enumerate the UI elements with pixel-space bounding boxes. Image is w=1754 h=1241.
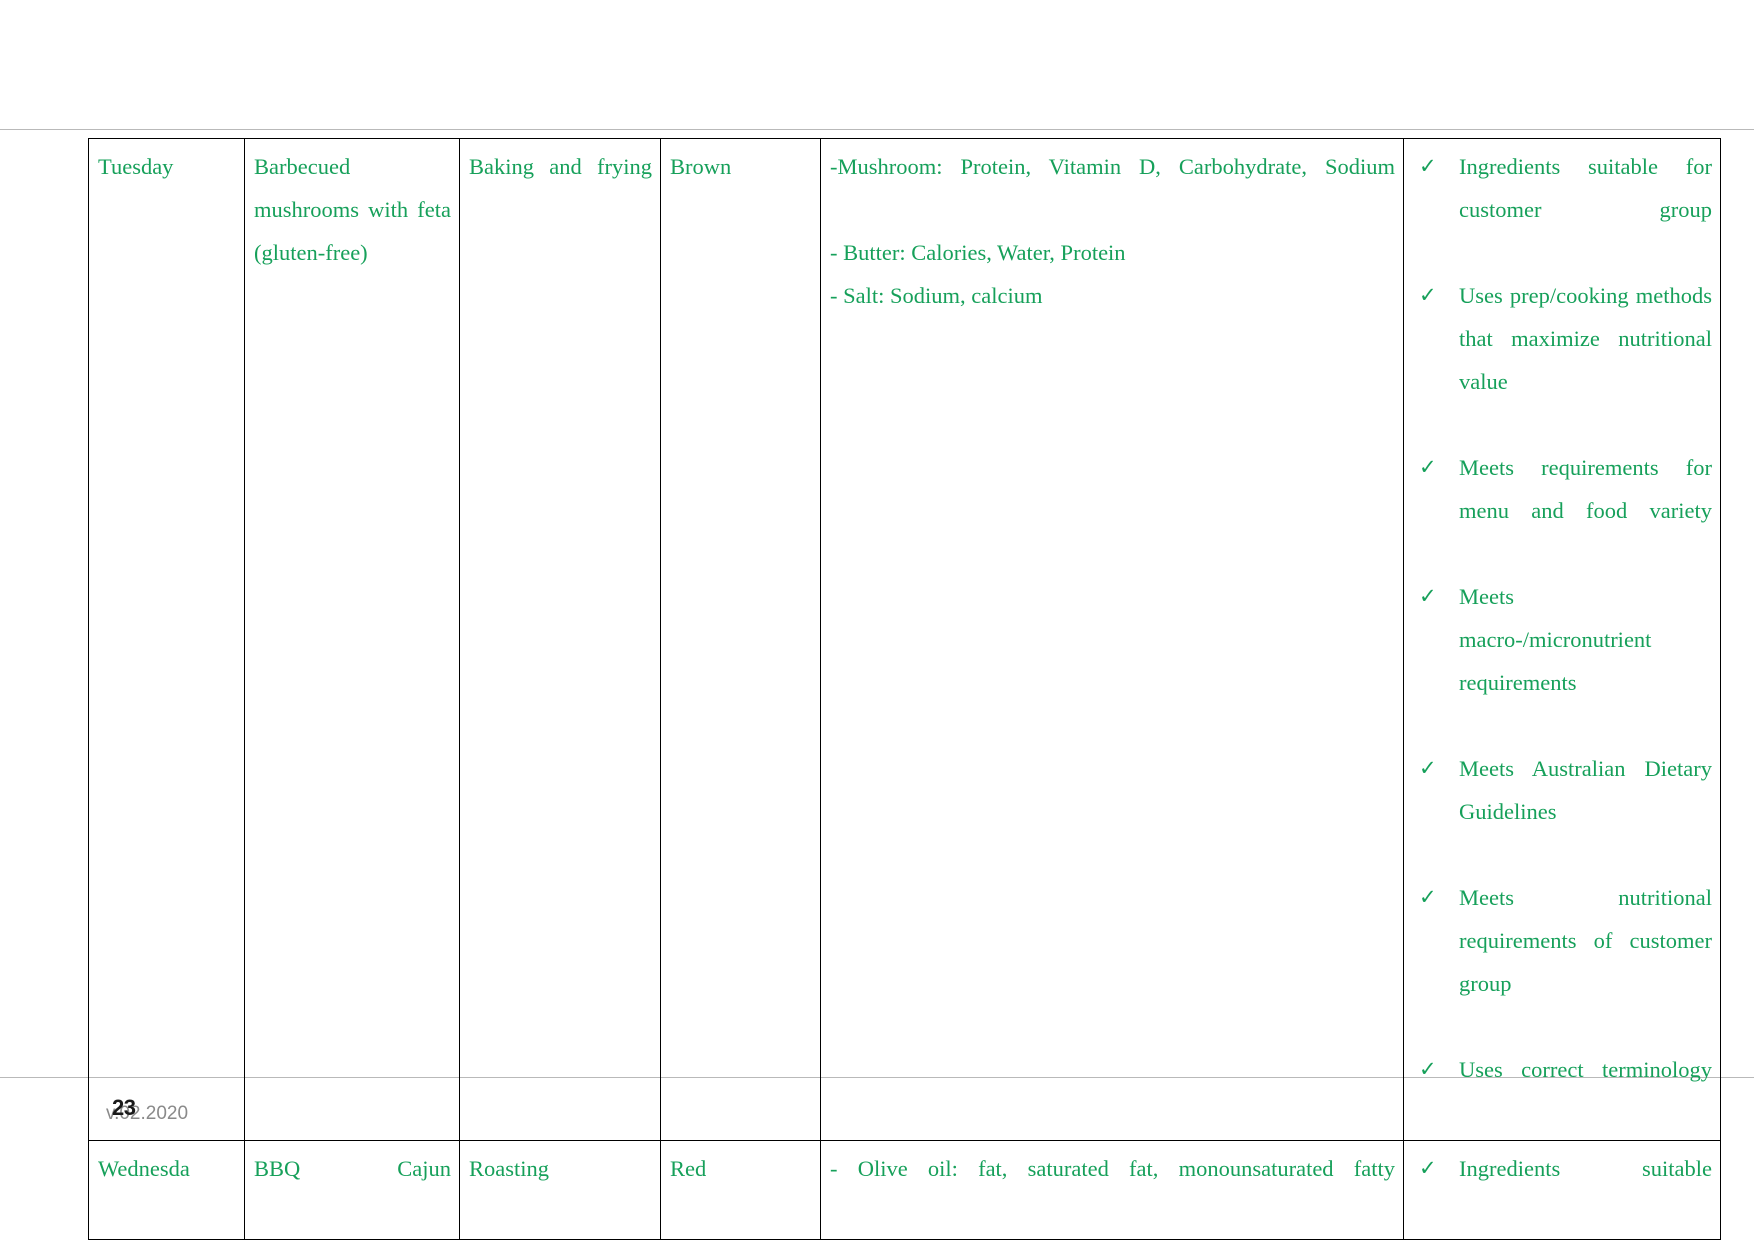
cell-method: Baking and frying: [459, 138, 661, 1141]
check-icon: ✓: [1419, 455, 1437, 479]
list-item: ✓ Uses correct terminology: [1413, 1048, 1712, 1134]
check-icon: ✓: [1419, 885, 1437, 909]
list-item: ✓ Meets Australian Dietary Guidelines: [1413, 747, 1712, 876]
cell-checklist: ✓ Ingredients suitable for customer grou…: [1403, 138, 1721, 1141]
cell-day: Wednesda: [88, 1140, 245, 1240]
checklist-label: Meets nutritional requirements of custom…: [1459, 885, 1712, 996]
list-item: ✓ Meets macro-/micronutrient requirement…: [1413, 575, 1712, 747]
checklist-label: Meets macro-/micronutrient requirements: [1459, 584, 1652, 695]
list-item: ✓ Meets requirements for menu and food v…: [1413, 446, 1712, 575]
method-label: Roasting: [469, 1156, 550, 1181]
checklist-label: Meets requirements for menu and food var…: [1459, 455, 1712, 523]
cell-colour: Red: [660, 1140, 821, 1240]
cell-dish: BBQ Cajun: [244, 1140, 460, 1240]
list-item: ✓ Ingredients suitable for customer grou…: [1413, 145, 1712, 274]
checklist-label: Meets Australian Dietary Guidelines: [1459, 756, 1712, 824]
cell-day: Tuesday: [88, 138, 245, 1141]
check-icon: ✓: [1419, 1057, 1437, 1081]
table-row: Wednesda BBQ Cajun Roasting Red - Olive …: [88, 1140, 1721, 1240]
list-item: ✓ Uses prep/cooking methods that maximiz…: [1413, 274, 1712, 446]
list-item: ✓ Meets nutritional requirements of cust…: [1413, 876, 1712, 1048]
check-icon: ✓: [1419, 283, 1437, 307]
day-label: Tuesday: [98, 154, 174, 179]
page-footer: v.02.2020 23: [98, 1095, 398, 1135]
cell-dish: Barbecued mushrooms with feta (gluten-fr…: [244, 138, 460, 1141]
method-label: Baking and frying: [469, 154, 652, 179]
cell-nutrients: -Mushroom: Protein, Vitamin D, Carbohydr…: [820, 138, 1404, 1141]
cell-nutrients: - Olive oil: fat, saturated fat, monouns…: [820, 1140, 1404, 1240]
cell-checklist: ✓ Ingredients suitable: [1403, 1140, 1721, 1240]
dish-label: BBQ Cajun: [254, 1156, 451, 1181]
checklist-label: Ingredients suitable: [1459, 1156, 1712, 1181]
nutrient-line: - Butter: Calories, Water, Protein: [830, 240, 1126, 265]
check-icon: ✓: [1419, 1156, 1437, 1180]
checklist: ✓ Ingredients suitable: [1413, 1147, 1712, 1233]
list-item: ✓ Ingredients suitable: [1413, 1147, 1712, 1233]
checklist-label: Uses prep/cooking methods that maximize …: [1459, 283, 1712, 394]
colour-label: Red: [670, 1156, 707, 1181]
nutrient-line: -Mushroom: Protein, Vitamin D, Carbohydr…: [830, 154, 1395, 179]
table-row: Tuesday Barbecued mushrooms with feta (g…: [88, 138, 1721, 1141]
cell-method: Roasting: [459, 1140, 661, 1240]
cell-colour: Brown: [660, 138, 821, 1141]
checklist: ✓ Ingredients suitable for customer grou…: [1413, 145, 1712, 1134]
day-label: Wednesda: [98, 1156, 190, 1181]
check-icon: ✓: [1419, 154, 1437, 178]
check-icon: ✓: [1419, 584, 1437, 608]
dish-label: Barbecued mushrooms with feta (gluten-fr…: [254, 154, 451, 265]
checklist-label: Uses correct terminology: [1459, 1057, 1712, 1082]
menu-planning-table: Tuesday Barbecued mushrooms with feta (g…: [88, 138, 1721, 1240]
page-top-rule: [0, 129, 1754, 130]
colour-label: Brown: [670, 154, 732, 179]
page-number: 23: [112, 1095, 136, 1120]
nutrient-line: - Salt: Sodium, calcium: [830, 283, 1043, 308]
check-icon: ✓: [1419, 756, 1437, 780]
nutrient-line: - Olive oil: fat, saturated fat, monouns…: [830, 1156, 1395, 1181]
checklist-label: Ingredients suitable for customer group: [1459, 154, 1712, 222]
